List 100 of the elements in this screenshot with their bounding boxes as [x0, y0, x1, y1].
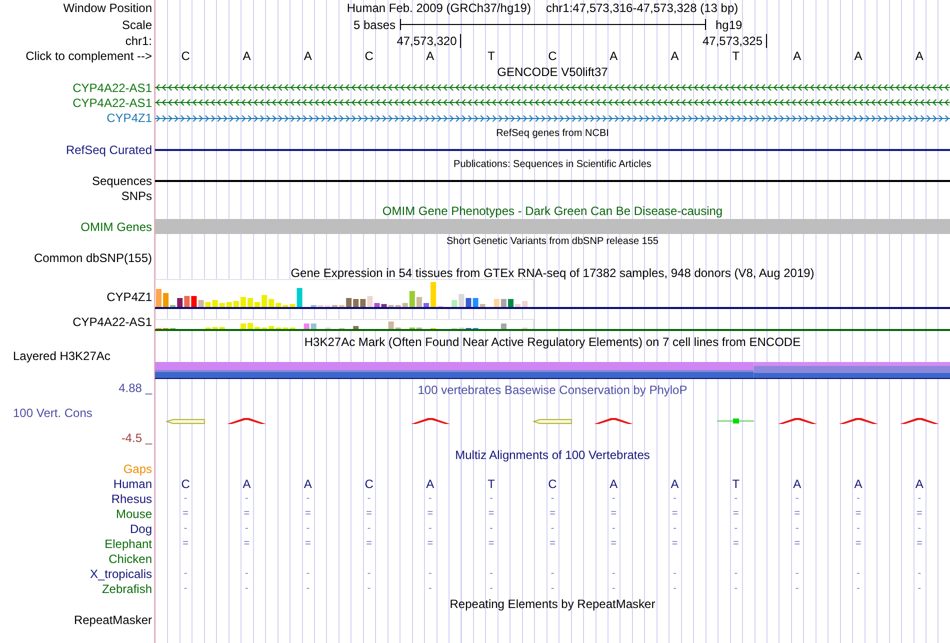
position-range: chr1:47,573,316-47,573,328 (13 bp)	[546, 2, 738, 14]
row-label: Window Position	[63, 1, 152, 15]
alignment-mark: =	[488, 508, 494, 518]
arrow-icon	[532, 418, 572, 424]
alignment-mark: -	[184, 494, 188, 504]
track-title: OMIM Gene Phenotypes - Dark Green Can Be Disease-causing	[382, 205, 723, 217]
base-letter: C	[548, 50, 557, 62]
alignment-mark: -	[367, 568, 371, 578]
base-letter: T	[488, 50, 496, 62]
base-letter: A	[915, 50, 924, 62]
aligned-base: A	[670, 478, 679, 490]
alignment-mark: -	[612, 568, 616, 578]
base-letter: C	[364, 50, 374, 62]
alignment-mark: -	[612, 524, 616, 534]
complement-link[interactable]: Click to complement -->	[26, 49, 152, 63]
track-title: Short Genetic Variants from dbSNP release 155	[446, 237, 658, 247]
chevron-icon	[227, 418, 266, 424]
track-title: 100 vertebrates Basewise Conservation by PhyloP	[418, 384, 688, 396]
alignment-mark: -	[918, 568, 922, 578]
alignment-mark: =	[488, 538, 494, 548]
alignment-mark: -	[490, 568, 494, 578]
alignment-mark: -	[367, 584, 371, 594]
alignment-mark: -	[550, 584, 554, 594]
alignment-mark: =	[610, 508, 617, 518]
aligned-base: A	[304, 478, 312, 490]
track-label[interactable]: CYP4A22-AS1	[72, 96, 152, 110]
track-label[interactable]: CYP4Z1	[106, 111, 152, 125]
ruler-coordinate: 47,573,320	[396, 34, 457, 46]
alignment-mark: =	[916, 538, 922, 548]
base-letter: T	[732, 50, 740, 62]
alignment-mark: -	[550, 524, 554, 534]
alignment-mark: -	[856, 568, 860, 578]
axis-min-label: -4.5 _	[121, 431, 152, 445]
aligned-base: A	[854, 478, 862, 490]
alignment-mark: =	[794, 538, 800, 548]
track-label[interactable]: RefSeq Curated	[66, 142, 152, 156]
chevron-icon	[410, 418, 450, 424]
alignment-mark: -	[795, 584, 799, 594]
scale-span: 5 bases	[353, 18, 396, 30]
base-letter: A	[793, 50, 802, 62]
expression-bar	[240, 324, 246, 329]
alignment-mark: =	[672, 538, 678, 548]
track-label[interactable]: CYP4A22-AS1	[72, 80, 152, 94]
alignment-mark: =	[304, 508, 311, 518]
arrow-icon	[166, 418, 206, 424]
alignment-mark: -	[428, 568, 432, 578]
alignment-mark: -	[306, 584, 310, 594]
alignment-mark: =	[244, 538, 250, 548]
base-letter: A	[304, 50, 312, 62]
chevron-icon	[594, 418, 634, 424]
track-title: H3K27Ac Mark (Often Found Near Active Regulatory Elements) on 7 cell lines from ENCODE	[304, 336, 801, 348]
track-label[interactable]: 100 Vert. Cons	[13, 406, 92, 420]
alignment-mark: =	[182, 508, 188, 518]
expression-bar	[353, 326, 359, 329]
alignment-mark: =	[244, 508, 250, 518]
alignment-mark: -	[856, 494, 860, 504]
alignment-mark: =	[427, 508, 434, 518]
alignment-mark: -	[612, 584, 616, 594]
alignment-mark: -	[306, 494, 310, 504]
aligned-base: A	[242, 478, 251, 490]
scale-assembly: hg19	[716, 18, 742, 30]
species-label: Mouse	[116, 506, 152, 520]
alignment-mark: -	[856, 524, 860, 534]
base-letter: A	[426, 50, 434, 62]
alignment-mark: =	[672, 508, 678, 518]
track-label[interactable]: Layered H3K27Ac	[13, 349, 110, 363]
row-label: chr1:	[125, 34, 152, 48]
alignment-mark: -	[795, 494, 799, 504]
track-label[interactable]: Common dbSNP(155)	[34, 250, 152, 264]
chevron-icon	[900, 418, 939, 424]
track-label[interactable]: CYP4Z1	[106, 290, 152, 304]
species-label: Rhesus	[111, 492, 152, 506]
track-label[interactable]: OMIM Genes	[80, 220, 152, 234]
alignment-mark: -	[490, 584, 494, 594]
tick-mark	[766, 34, 767, 48]
aligned-base: A	[610, 478, 618, 490]
alignment-mark: -	[550, 494, 554, 504]
alignment-mark: =	[550, 538, 556, 548]
alignment-mark: -	[428, 584, 432, 594]
track-label[interactable]: SNPs	[121, 188, 152, 202]
aligned-base: C	[364, 478, 374, 490]
track-label[interactable]: Sequences	[92, 174, 152, 188]
alignment-mark: -	[245, 568, 248, 578]
alignment-mark: -	[245, 584, 248, 594]
alignment-mark: -	[795, 568, 799, 578]
alignment-mark: =	[427, 538, 434, 548]
track-label[interactable]: CYP4A22-AS1	[72, 314, 152, 328]
alignment-mark: -	[856, 584, 860, 594]
aligned-base: C	[181, 478, 190, 490]
track-title: GENCODE V50lift37	[497, 66, 608, 78]
species-label: Dog	[130, 522, 152, 536]
species-label: Chicken	[108, 552, 152, 566]
alignment-mark: -	[673, 524, 676, 534]
alignment-mark: -	[428, 494, 432, 504]
alignment-mark: -	[734, 494, 738, 504]
track-label[interactable]: RepeatMasker	[74, 612, 152, 626]
row-label: Scale	[122, 18, 152, 32]
alignment-mark: -	[306, 524, 310, 534]
aligned-base: T	[488, 478, 496, 490]
alignment-mark: =	[794, 508, 800, 518]
